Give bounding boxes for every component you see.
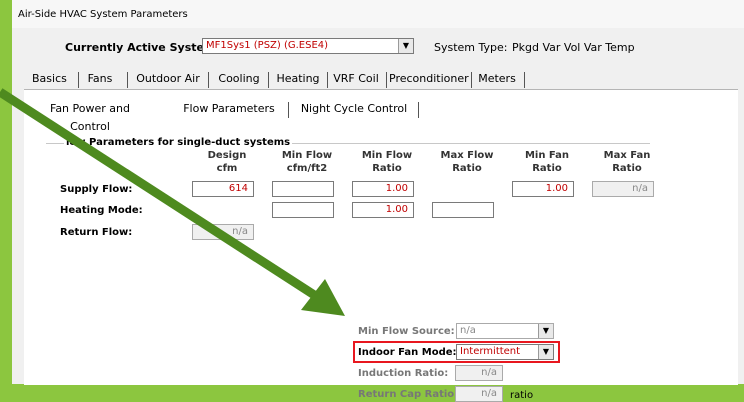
arrow-head: [301, 279, 345, 316]
return-cap-ratio-field: n/a: [455, 386, 503, 402]
arrow-shaft: [0, 88, 325, 304]
annotation-arrow: [0, 88, 345, 316]
return-cap-ratio-unit: ratio: [510, 390, 534, 401]
return-cap-ratio-label: Return Cap Ratio:: [358, 389, 459, 400]
